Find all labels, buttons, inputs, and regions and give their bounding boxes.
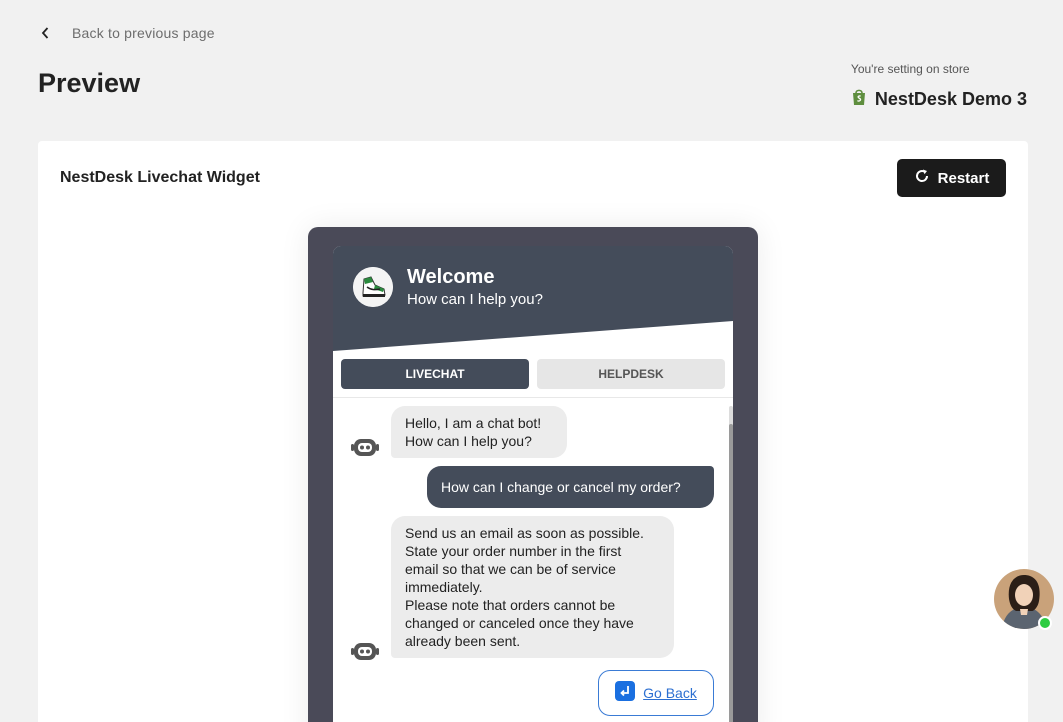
message-line: already been sent. bbox=[405, 633, 521, 649]
tab-helpdesk[interactable]: HELPDESK bbox=[537, 359, 725, 389]
shopify-bag-icon bbox=[851, 88, 867, 111]
preview-card: NestDesk Livechat Widget Restart Welcome… bbox=[38, 141, 1028, 722]
message-line: State your order number in the first bbox=[405, 543, 622, 559]
message-line: Please note that orders cannot be bbox=[405, 597, 616, 613]
store-row: NestDesk Demo 3 bbox=[851, 88, 1027, 111]
scrollbar-thumb[interactable] bbox=[729, 424, 733, 722]
back-link-label: Back to previous page bbox=[72, 25, 215, 41]
message-line: changed or canceled once they have bbox=[405, 615, 634, 631]
card-title: NestDesk Livechat Widget bbox=[60, 169, 260, 186]
message-line: How can I help you? bbox=[405, 433, 532, 449]
restart-button[interactable]: Restart bbox=[897, 159, 1006, 197]
brand-avatar bbox=[353, 267, 393, 307]
store-caption: You're setting on store bbox=[850, 62, 970, 76]
bot-message: Send us an email as soon as possible. St… bbox=[391, 516, 674, 658]
message-line: How can I change or cancel my order? bbox=[441, 479, 681, 495]
message-line: Send us an email as soon as possible. bbox=[405, 525, 644, 541]
user-message: How can I change or cancel my order? bbox=[427, 466, 714, 508]
back-link[interactable]: Back to previous page bbox=[38, 23, 215, 43]
page-title: Preview bbox=[38, 68, 141, 98]
scrollbar[interactable] bbox=[729, 406, 733, 722]
widget-subtitle: How can I help you? bbox=[407, 291, 543, 308]
refresh-icon bbox=[914, 168, 930, 188]
store-info: You're setting on store NestDesk Demo 3 bbox=[851, 62, 1027, 111]
message-line: email so that we can be of service bbox=[405, 561, 616, 577]
widget-title: Welcome bbox=[407, 266, 495, 288]
online-status-dot bbox=[1038, 616, 1052, 630]
bot-message: Hello, I am a chat bot! How can I help y… bbox=[391, 406, 567, 458]
bot-icon bbox=[350, 639, 380, 663]
tab-livechat[interactable]: LIVECHAT bbox=[341, 359, 529, 389]
return-arrow-icon bbox=[615, 680, 636, 706]
go-back-label: Go Back bbox=[643, 685, 697, 701]
message-line: Hello, I am a chat bot! bbox=[405, 415, 542, 431]
restart-label: Restart bbox=[937, 169, 990, 187]
widget-header: Welcome How can I help you? bbox=[333, 246, 733, 351]
store-name: NestDesk Demo 3 bbox=[874, 89, 1027, 109]
message-line: immediately. bbox=[405, 579, 483, 595]
go-back-button[interactable]: Go Back bbox=[598, 670, 714, 716]
message-list: Hello, I am a chat bot! How can I help y… bbox=[333, 398, 733, 722]
chat-widget: Welcome How can I help you? LIVECHAT HEL… bbox=[333, 246, 733, 722]
widget-tabs: LIVECHAT HELPDESK bbox=[341, 359, 725, 389]
widget-frame: Welcome How can I help you? LIVECHAT HEL… bbox=[308, 227, 758, 722]
chevron-left-icon bbox=[38, 23, 52, 43]
bot-icon bbox=[350, 435, 380, 459]
